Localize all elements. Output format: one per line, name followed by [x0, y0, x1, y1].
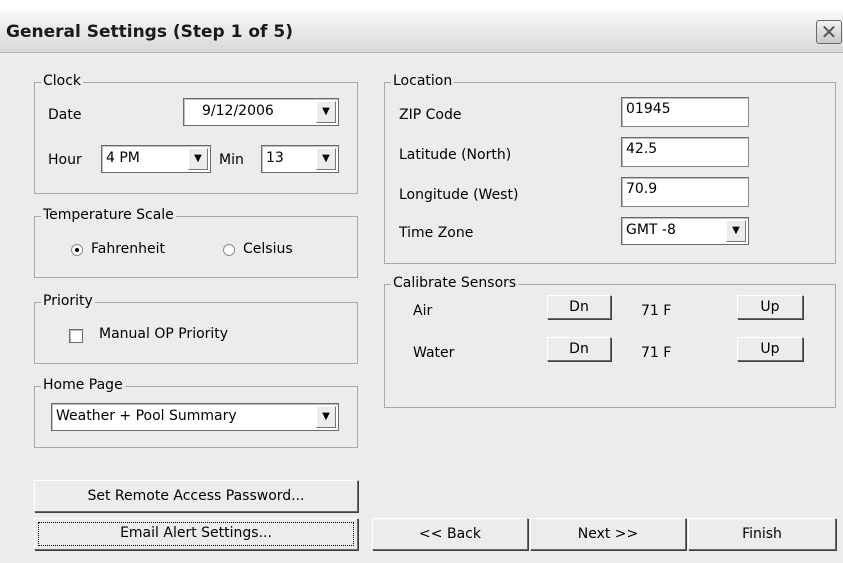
air-up-button[interactable]: Up: [737, 295, 803, 319]
date-value: 9/12/2006: [202, 103, 274, 119]
chevron-down-icon[interactable]: ▼: [316, 101, 336, 123]
temperature-scale-group: Temperature Scale Fahrenheit Celsius: [34, 207, 358, 278]
zip-code-input[interactable]: 01945: [621, 97, 749, 127]
location-group: Location ZIP Code 01945 Latitude (North)…: [384, 73, 836, 264]
air-down-button[interactable]: Dn: [547, 295, 611, 319]
home-page-value: Weather + Pool Summary: [56, 408, 237, 424]
air-label: Air: [413, 303, 433, 319]
longitude-label: Longitude (West): [399, 187, 519, 203]
chevron-down-icon[interactable]: ▼: [316, 406, 336, 428]
date-picker[interactable]: 9/12/2006 ▼: [183, 98, 339, 126]
window-title: General Settings (Step 1 of 5): [6, 22, 293, 42]
air-value: 71 F: [641, 303, 672, 319]
fahrenheit-label[interactable]: Fahrenheit: [91, 241, 165, 257]
priority-group: Priority Manual OP Priority: [34, 293, 358, 364]
water-label: Water: [413, 345, 455, 361]
next-button[interactable]: Next >>: [530, 518, 686, 550]
min-value: 13: [266, 150, 284, 166]
chevron-down-icon[interactable]: ▼: [188, 148, 208, 170]
hour-value: 4 PM: [106, 150, 140, 166]
location-legend: Location: [391, 73, 455, 89]
home-page-legend: Home Page: [41, 377, 125, 393]
priority-legend: Priority: [41, 293, 95, 309]
min-label: Min: [219, 152, 244, 168]
water-up-button[interactable]: Up: [737, 337, 803, 361]
hour-select[interactable]: 4 PM ▼: [101, 145, 211, 173]
latitude-input[interactable]: 42.5: [621, 137, 749, 167]
set-remote-access-password-button[interactable]: Set Remote Access Password...: [34, 480, 358, 512]
clock-group: Clock Date 9/12/2006 ▼ Hour 4 PM ▼ Min 1…: [34, 73, 358, 194]
time-zone-label: Time Zone: [399, 225, 474, 241]
water-value: 71 F: [641, 345, 672, 361]
calibrate-sensors-group: Calibrate Sensors Air Dn 71 F Up Water D…: [384, 275, 836, 408]
time-zone-select[interactable]: GMT -8 ▼: [621, 217, 749, 245]
home-page-select[interactable]: Weather + Pool Summary ▼: [51, 403, 339, 431]
manual-op-priority-checkbox[interactable]: [69, 329, 83, 343]
title-bar: General Settings (Step 1 of 5) ✕: [0, 10, 843, 53]
date-label: Date: [48, 107, 82, 123]
longitude-input[interactable]: 70.9: [621, 177, 749, 207]
zip-label: ZIP Code: [399, 107, 462, 123]
water-down-button[interactable]: Dn: [547, 337, 611, 361]
home-page-group: Home Page Weather + Pool Summary ▼: [34, 377, 358, 448]
manual-op-priority-label[interactable]: Manual OP Priority: [99, 326, 228, 342]
chevron-down-icon[interactable]: ▼: [316, 148, 336, 170]
clock-legend: Clock: [41, 73, 84, 89]
finish-button[interactable]: Finish: [688, 518, 836, 550]
min-select[interactable]: 13 ▼: [261, 145, 339, 173]
latitude-label: Latitude (North): [399, 147, 512, 163]
fahrenheit-radio[interactable]: [71, 244, 83, 256]
close-icon[interactable]: ✕: [816, 20, 842, 44]
calibrate-legend: Calibrate Sensors: [391, 275, 519, 291]
general-settings-window: General Settings (Step 1 of 5) ✕ Clock D…: [0, 10, 843, 563]
celsius-radio[interactable]: [223, 244, 235, 256]
time-zone-value: GMT -8: [626, 222, 676, 238]
celsius-label[interactable]: Celsius: [243, 241, 293, 257]
chevron-down-icon[interactable]: ▼: [726, 220, 746, 242]
back-button[interactable]: << Back: [372, 518, 528, 550]
email-alert-settings-button[interactable]: Email Alert Settings...: [34, 518, 358, 550]
hour-label: Hour: [48, 152, 82, 168]
temperature-legend: Temperature Scale: [41, 207, 176, 223]
